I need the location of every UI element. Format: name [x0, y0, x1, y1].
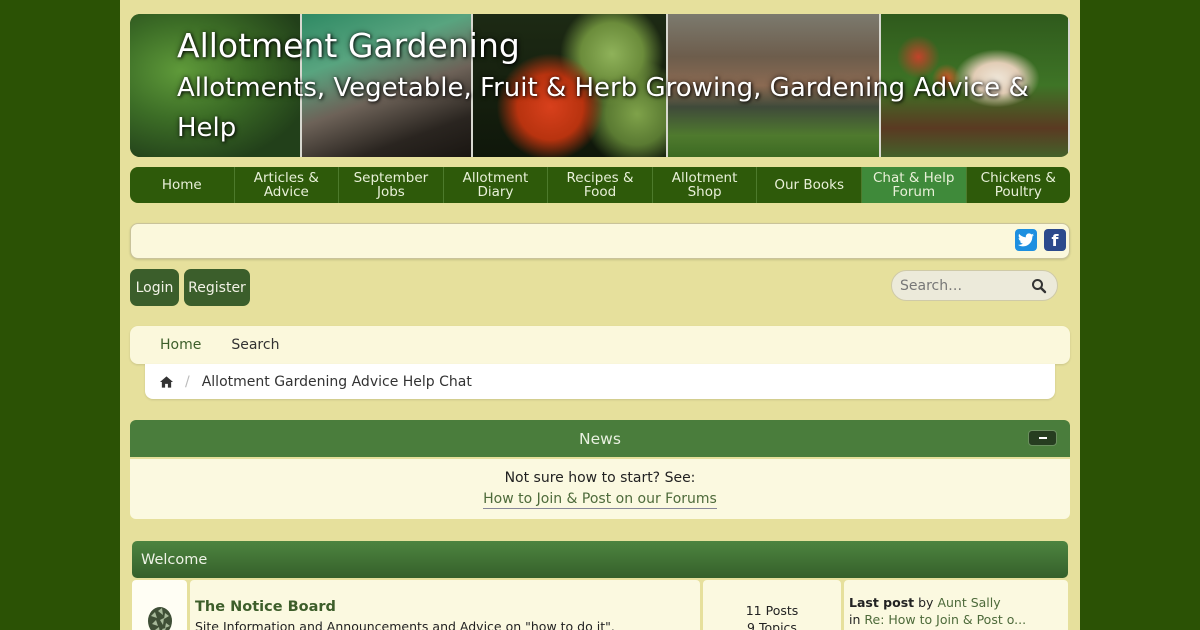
twitter-bird-glyph [1018, 233, 1034, 247]
search-input[interactable] [900, 277, 1031, 294]
minus-icon [1038, 437, 1047, 439]
forum-icon-cell [132, 580, 187, 630]
nav-item-allotment-diary[interactable]: Allotment Diary [444, 167, 549, 203]
facebook-glyph: f [1051, 230, 1059, 250]
in-label: in [849, 612, 861, 627]
forum-title-link[interactable]: The Notice Board [195, 599, 700, 616]
news-header: News [130, 420, 1070, 457]
social-bar: f [130, 223, 1070, 259]
nav-item-recipes-food[interactable]: Recipes & Food [548, 167, 653, 203]
breadcrumb-separator: / [185, 373, 190, 390]
last-post-author-link[interactable]: Aunt Sally [937, 595, 1000, 610]
nav-item-chat-help-forum[interactable]: Chat & Help Forum [861, 167, 967, 203]
forum-row: The Notice Board Site Information and An… [132, 580, 1068, 630]
social-icons: f [1015, 229, 1066, 251]
breadcrumb-current[interactable]: Allotment Gardening Advice Help Chat [202, 374, 472, 390]
last-post-topic-link[interactable]: Re: How to Join & Post o... [864, 612, 1026, 627]
page-container: Allotment Gardening Allotments, Vegetabl… [120, 0, 1080, 630]
news-body: Not sure how to start? See: How to Join … [130, 459, 1070, 519]
nav-item-september-jobs[interactable]: September Jobs [339, 167, 444, 203]
nav-item-our-books[interactable]: Our Books [757, 167, 862, 203]
forum-topics-count: 9 Topics [747, 620, 797, 630]
by-label: by [918, 595, 934, 610]
search-icon[interactable] [1031, 278, 1047, 294]
header-banner[interactable]: Allotment Gardening Allotments, Vegetabl… [130, 14, 1070, 157]
home-icon[interactable] [160, 375, 173, 388]
artichoke-icon [147, 607, 172, 630]
how-to-join-link[interactable]: How to Join & Post on our Forums [483, 490, 717, 509]
site-title[interactable]: Allotment Gardening [177, 26, 1057, 66]
forum-nav-panel: Home Search [130, 326, 1070, 364]
collapse-news-button[interactable] [1028, 430, 1057, 446]
forum-description: Site Information and Announcements and A… [195, 619, 615, 630]
forum-stats-cell: 11 Posts 9 Topics [703, 580, 841, 630]
banner-text: Allotment Gardening Allotments, Vegetabl… [177, 26, 1057, 148]
nav-item-home[interactable]: Home [130, 167, 235, 203]
main-navbar: Home Articles & Advice September Jobs Al… [130, 167, 1070, 203]
forum-last-post-cell: Last post by Aunt Sally in Re: How to Jo… [844, 580, 1068, 630]
facebook-icon[interactable]: f [1044, 229, 1066, 251]
last-post-label: Last post [849, 595, 915, 610]
category-header: Welcome [132, 541, 1068, 578]
nav-item-chickens-poultry[interactable]: Chickens & Poultry [967, 167, 1071, 203]
news-text: Not sure how to start? See: [504, 470, 696, 486]
search-box [891, 270, 1058, 301]
forum-posts-count: 11 Posts [745, 603, 799, 618]
breadcrumb: / Allotment Gardening Advice Help Chat [145, 364, 1055, 399]
forum-search-link[interactable]: Search [231, 337, 279, 353]
site-subtitle: Allotments, Vegetable, Fruit & Herb Grow… [177, 73, 1029, 143]
category-title[interactable]: Welcome [141, 552, 207, 568]
nav-item-allotment-shop[interactable]: Allotment Shop [653, 167, 758, 203]
twitter-icon[interactable] [1015, 229, 1037, 251]
register-button[interactable]: Register [184, 269, 250, 306]
login-button[interactable]: Login [130, 269, 179, 306]
forum-home-link[interactable]: Home [160, 337, 201, 353]
nav-item-articles-advice[interactable]: Articles & Advice [235, 167, 340, 203]
forum-main-cell: The Notice Board Site Information and An… [190, 580, 700, 630]
news-title: News [579, 429, 621, 448]
